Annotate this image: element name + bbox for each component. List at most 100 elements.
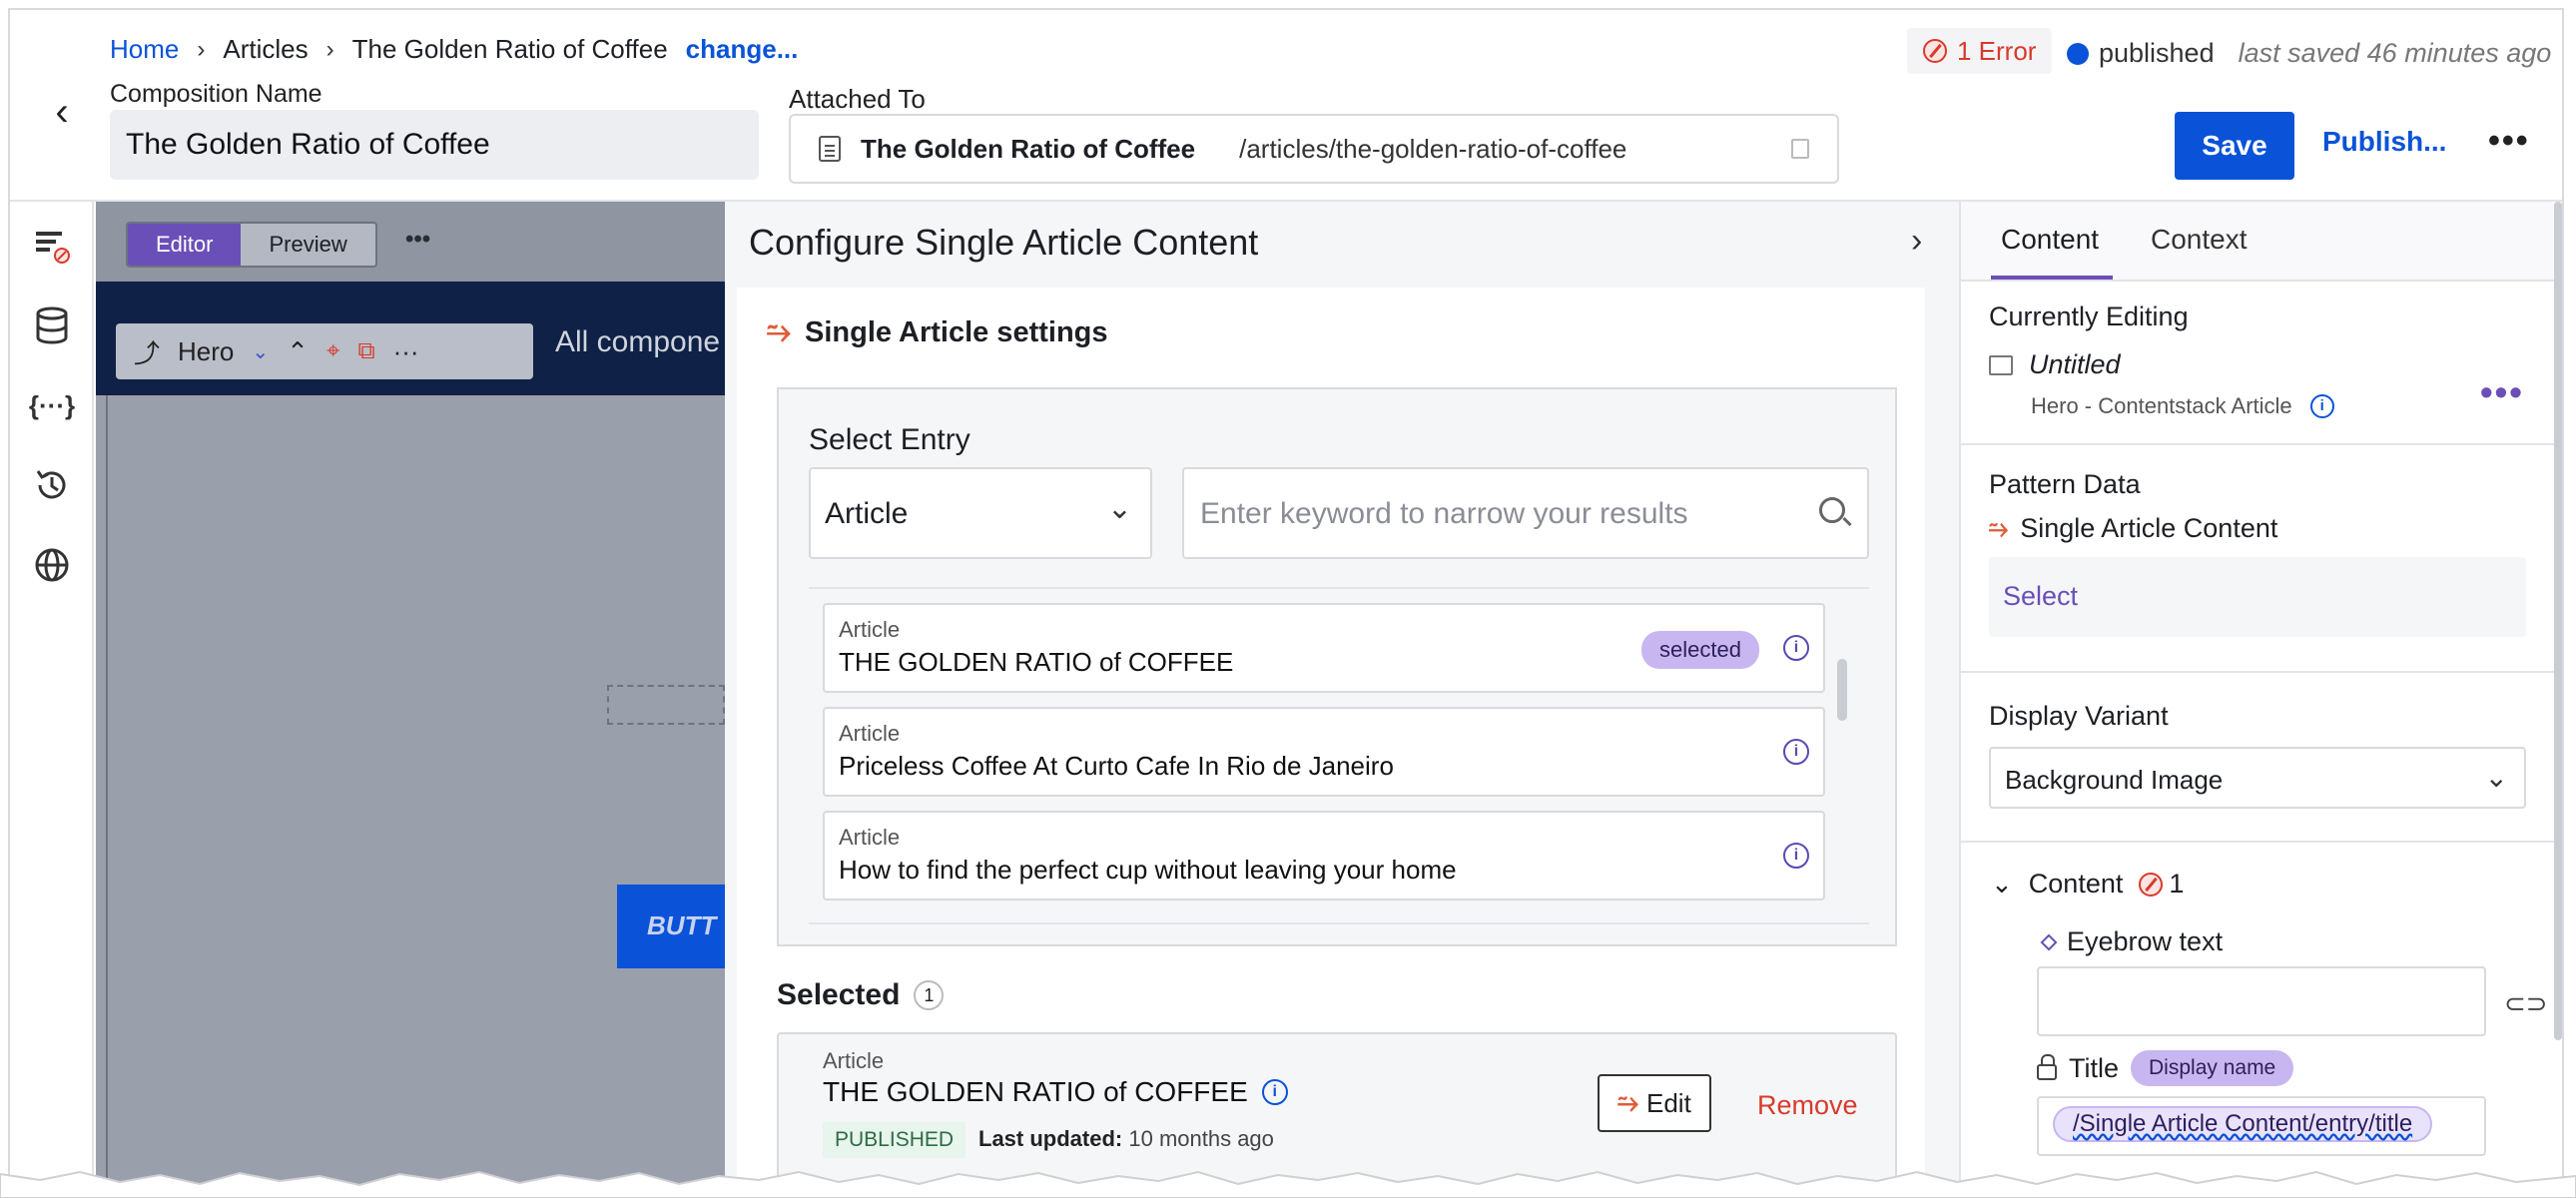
move-up-icon[interactable]: ⌃	[287, 336, 309, 367]
attached-to-field[interactable]: The Golden Ratio of Coffee /articles/the…	[789, 114, 1839, 184]
info-icon[interactable]: i	[1783, 635, 1809, 661]
canvas-more-icon[interactable]: •••	[405, 226, 430, 254]
attached-entry-path: /articles/the-golden-ratio-of-coffee	[1239, 133, 1627, 164]
preview-canvas[interactable]: Editor Preview ••• All compone ⤴ Hero ⌄ …	[96, 202, 725, 1188]
display-name-badge: Display name	[2131, 1050, 2294, 1086]
parameter-diamond-icon	[2040, 933, 2058, 950]
placeholder-slot[interactable]	[607, 685, 725, 725]
content-group-header[interactable]: ⌄ Content 1	[1991, 869, 2184, 899]
selected-entry-type: Article	[823, 1048, 885, 1073]
chevron-down-icon: ⌄	[1106, 492, 1132, 525]
entry-name: THE GOLDEN RATIO of COFFEE	[839, 647, 1234, 677]
move-down-icon[interactable]: ⌄	[252, 339, 269, 364]
entry-list-scrollbar[interactable]	[1837, 659, 1847, 721]
entry-type: Article	[839, 825, 901, 850]
eyebrow-input[interactable]	[2037, 966, 2486, 1036]
tab-context[interactable]: Context	[2151, 224, 2248, 256]
selected-count: 1	[914, 980, 945, 1010]
entry-type: Article	[839, 721, 901, 746]
content-error-count: 1	[2169, 869, 2185, 898]
last-updated-value: 10 months ago	[1128, 1126, 1274, 1151]
history-icon[interactable]	[30, 463, 74, 507]
entry-name: Priceless Coffee At Curto Cafe In Rio de…	[839, 751, 1394, 781]
title-label: Title	[2069, 1052, 2120, 1083]
change-link[interactable]: change...	[686, 34, 799, 65]
code-braces-icon[interactable]: {···}	[29, 383, 75, 427]
settings-title: Single Article settings	[805, 315, 1108, 348]
parent-arrow-icon[interactable]: ⤴	[134, 333, 160, 370]
app-window: ‹ Home › Articles › The Golden Ratio of …	[8, 8, 2564, 1190]
canvas-toolbar: Editor Preview •••	[96, 202, 725, 282]
editor-tab[interactable]: Editor	[128, 224, 242, 266]
info-icon[interactable]: i	[1261, 1079, 1288, 1105]
preview-tab[interactable]: Preview	[241, 224, 375, 266]
search-icon	[1819, 497, 1845, 523]
published-label: published	[2099, 38, 2215, 68]
breadcrumb: Home › Articles › The Golden Ratio of Co…	[110, 34, 798, 65]
settings-heading: ⥲ Single Article settings	[767, 315, 1108, 349]
properties-panel: Content Context Currently Editing Untitl…	[1959, 202, 2562, 1188]
entry-item[interactable]: Article How to find the perfect cup with…	[823, 811, 1825, 900]
last-updated-label: Last updated:	[978, 1126, 1123, 1151]
error-badge[interactable]: 1 Error	[1907, 28, 2053, 74]
published-dot-icon	[2067, 42, 2089, 65]
entry-item[interactable]: Article Priceless Coffee At Curto Cafe I…	[823, 707, 1825, 797]
edit-button[interactable]: ⥲ Edit	[1598, 1074, 1711, 1132]
contentstack-icon: ⥲	[1617, 1087, 1638, 1117]
component-more-icon[interactable]: •••	[2480, 371, 2524, 413]
remove-button[interactable]: Remove	[1757, 1090, 1858, 1121]
selected-heading: Selected 1	[777, 978, 945, 1012]
top-header: ‹ Home › Articles › The Golden Ratio of …	[10, 10, 2562, 202]
display-variant-select[interactable]: Background Image ⌄	[1989, 747, 2526, 809]
lock-icon	[2037, 1054, 2057, 1080]
entry-item[interactable]: Article THE GOLDEN RATIO of COFFEE selec…	[823, 603, 1825, 693]
structure-icon[interactable]	[30, 224, 74, 268]
editor-preview-toggle: Editor Preview	[126, 222, 377, 268]
component-toolbar: ⤴ Hero ⌄ ⌃ ⌖ ⧉ ···	[116, 323, 533, 379]
selected-entry-name: THE GOLDEN RATIO of COFFEE	[823, 1076, 1248, 1107]
info-icon[interactable]: i	[1783, 739, 1809, 765]
chevron-right-icon: ›	[325, 35, 334, 63]
binding-chip[interactable]: /Single Article Content/entry/title	[2053, 1106, 2433, 1142]
more-options-icon[interactable]: •••	[2488, 122, 2530, 161]
component-name[interactable]: Hero	[178, 336, 234, 367]
selected-badge: selected	[1641, 631, 1759, 669]
selected-title: Selected	[777, 978, 901, 1011]
target-icon[interactable]: ⌖	[326, 337, 340, 365]
database-icon[interactable]	[30, 303, 74, 347]
back-arrow-icon[interactable]: ‹	[40, 90, 84, 134]
panel-scrollbar[interactable]	[2554, 202, 2562, 1040]
tab-content[interactable]: Content	[2001, 224, 2099, 256]
pattern-data-item: ⥲ Single Article Content	[1989, 513, 2277, 544]
selected-entry-title: THE GOLDEN RATIO of COFFEE i	[823, 1076, 1288, 1108]
content-section: ⌄ Content 1 Eyebrow text ⊂⊃ Title Displa…	[1961, 843, 2562, 1188]
copy-icon[interactable]	[1791, 139, 1809, 159]
link-icon[interactable]: ⊂⊃	[2504, 988, 2548, 1019]
chevron-down-icon: ⌄	[2484, 762, 2508, 793]
pattern-data-label: Pattern Data	[1989, 469, 2141, 499]
breadcrumb-articles[interactable]: Articles	[223, 34, 308, 65]
content-type-select[interactable]: Article ⌄	[809, 467, 1152, 559]
last-updated: Last updated: 10 months ago	[978, 1126, 1274, 1152]
toolbar-more-icon[interactable]: ···	[393, 336, 419, 367]
composition-name-input[interactable]: The Golden Ratio of Coffee	[110, 110, 759, 180]
save-button[interactable]: Save	[2175, 112, 2294, 180]
component-name[interactable]: Untitled	[2029, 349, 2121, 380]
eyebrow-label: Eyebrow text	[2067, 926, 2224, 956]
info-icon[interactable]: i	[2309, 394, 2334, 418]
search-placeholder: Enter keyword to narrow your results	[1200, 497, 1688, 530]
collapse-chevron-icon[interactable]: ›	[1911, 222, 1922, 261]
title-input[interactable]: /Single Article Content/entry/title	[2037, 1096, 2486, 1156]
pattern-icon[interactable]: ⧉	[357, 337, 374, 365]
publish-button[interactable]: Publish...	[2322, 126, 2446, 158]
pattern-select-button[interactable]: Select	[1989, 557, 2526, 637]
info-icon[interactable]: i	[1783, 843, 1809, 869]
active-tab-indicator	[1991, 276, 2113, 280]
select-entry-label: Select Entry	[809, 423, 970, 456]
globe-icon[interactable]	[30, 543, 74, 587]
keyword-search-input[interactable]: Enter keyword to narrow your results	[1182, 467, 1869, 559]
breadcrumb-home[interactable]: Home	[110, 34, 179, 65]
currently-editing-label: Currently Editing	[1989, 301, 2189, 331]
preview-button[interactable]: BUTT	[617, 885, 725, 968]
contentstack-icon: ⥲	[767, 315, 791, 348]
